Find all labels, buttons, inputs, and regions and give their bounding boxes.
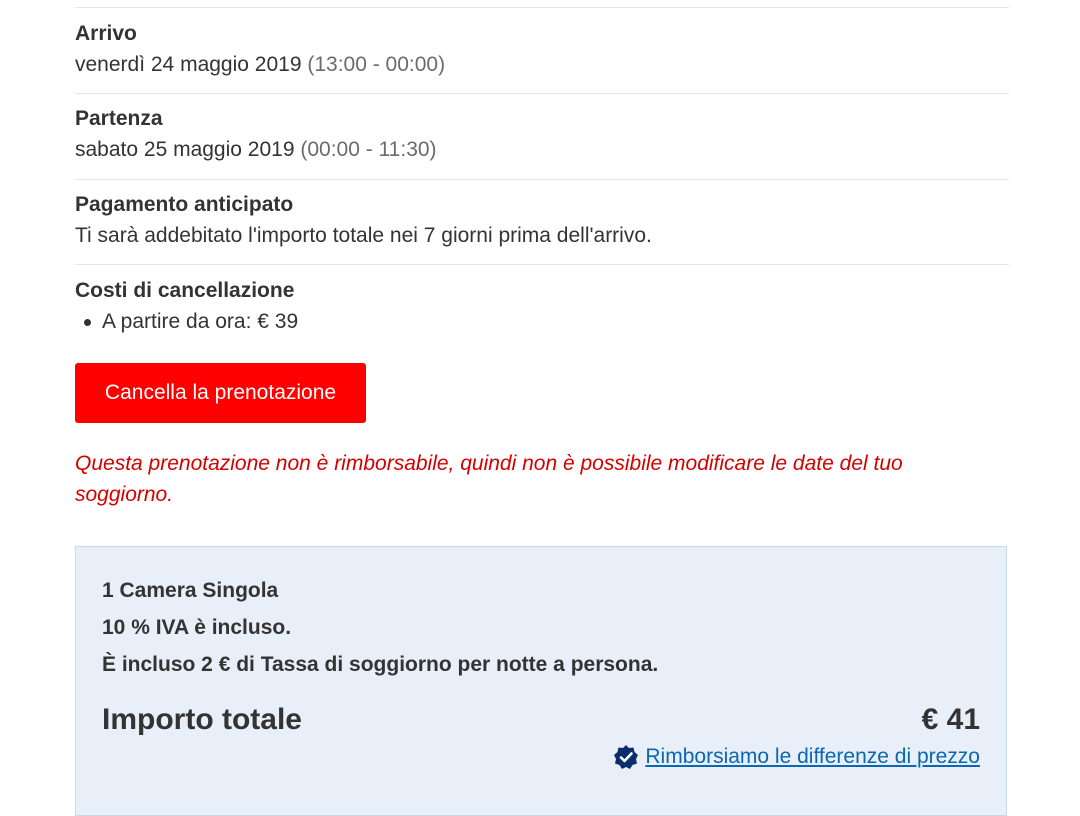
arrival-date: venerdì 24 maggio 2019 (75, 53, 302, 76)
prepayment-text: Ti sarà addebitato l'importo totale nei … (75, 224, 652, 247)
prepayment-section: Pagamento anticipato Ti sarà addebitato … (75, 191, 1009, 250)
departure-section: Partenza sabato 25 maggio 2019 (00:00 - … (75, 105, 1009, 164)
non-refundable-warning: Questa prenotazione non è rimborsabile, … (75, 452, 903, 506)
price-match-link[interactable]: Rimborsiamo le differenze di prezzo (613, 743, 980, 771)
room-summary: 1 Camera Singola (102, 579, 279, 602)
cancel-booking-button[interactable]: Cancella la prenotazione (75, 363, 366, 423)
prepayment-label: Pagamento anticipato (75, 193, 294, 216)
divider (75, 7, 1009, 8)
arrival-time: (13:00 - 00:00) (307, 53, 446, 76)
divider (75, 264, 1009, 265)
total-label: Importo totale (102, 703, 302, 736)
price-match-link-text[interactable]: Rimborsiamo le differenze di prezzo (645, 743, 980, 771)
departure-date: sabato 25 maggio 2019 (75, 138, 295, 161)
cancellation-cost-item: A partire da ora: € 39 (102, 310, 299, 333)
vat-note: 10 % IVA è incluso. (102, 616, 292, 639)
departure-time: (00:00 - 11:30) (300, 138, 437, 161)
cancellation-costs-label: Costi di cancellazione (75, 279, 295, 302)
arrival-value: venerdì 24 maggio 2019 (13:00 - 00:00) (75, 51, 1009, 79)
departure-value: sabato 25 maggio 2019 (00:00 - 11:30) (75, 136, 1009, 164)
departure-label: Partenza (75, 107, 163, 130)
divider (75, 179, 1009, 180)
verified-badge-icon (613, 744, 639, 770)
arrival-label: Arrivo (75, 22, 137, 45)
list-item: A partire da ora: € 39 (75, 308, 1009, 336)
city-tax-note: È incluso 2 € di Tassa di soggiorno per … (102, 653, 659, 676)
price-summary: 1 Camera Singola 10 % IVA è incluso. È i… (75, 546, 1007, 816)
divider (75, 93, 1009, 94)
arrival-section: Arrivo venerdì 24 maggio 2019 (13:00 - 0… (75, 20, 1009, 79)
cancellation-costs-section: Costi di cancellazione A partire da ora:… (75, 277, 1009, 336)
total-amount: € 41 (921, 703, 980, 736)
bullet-icon (84, 318, 91, 326)
